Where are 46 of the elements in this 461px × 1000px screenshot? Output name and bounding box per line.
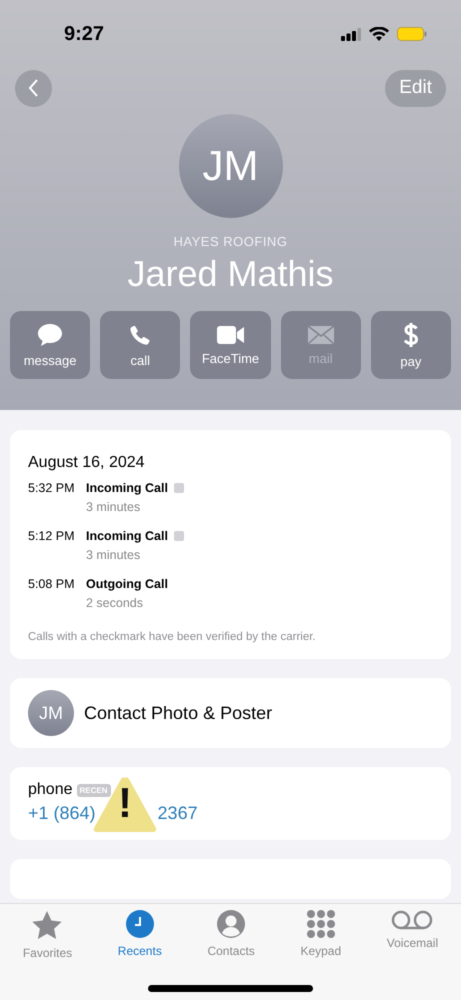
chevron-left-icon	[28, 79, 39, 97]
action-button[interactable]: pay	[370, 311, 452, 379]
dollar-icon	[402, 322, 419, 348]
signal-icon	[341, 28, 361, 40]
call-type: Incoming Call	[86, 529, 168, 543]
avatar: JM	[178, 114, 282, 218]
phone-label: phone	[28, 781, 72, 799]
call-duration: 3 minutes	[86, 548, 142, 562]
action-button[interactable]: message	[10, 311, 90, 379]
action-button[interactable]: FaceTime	[190, 311, 271, 379]
avatar: JM	[28, 690, 74, 736]
phone-number[interactable]: +1 (864)	[28, 803, 96, 824]
recent-badge: RECEN	[76, 784, 111, 796]
call-time: 5:08 PM	[28, 577, 76, 591]
star-icon	[31, 910, 64, 940]
keypad-icon	[306, 910, 335, 938]
clock-icon	[126, 910, 154, 938]
phone-number[interactable]: 2367	[158, 803, 198, 824]
status-time: 9:27	[64, 22, 104, 46]
contact-photo-label: Contact Photo & Poster	[84, 702, 272, 724]
call-duration: 3 minutes	[86, 500, 142, 514]
contact-name: Jared Mathis	[127, 253, 334, 295]
tab[interactable]: Contacts	[207, 910, 255, 966]
action-button[interactable]: call	[100, 311, 180, 379]
speech-bubble-icon	[37, 322, 64, 346]
wifi-icon	[369, 27, 389, 41]
tab[interactable]: Voicemail	[386, 910, 438, 966]
tab[interactable]: Recents	[118, 910, 162, 966]
call-type: Incoming Call	[86, 481, 168, 495]
call-time: 5:12 PM	[28, 529, 76, 543]
call-time: 5:32 PM	[28, 481, 76, 495]
contact-photo-row[interactable]: JM Contact Photo & Poster	[10, 678, 451, 748]
company-name: HAYES ROOFING	[174, 234, 288, 249]
voicemail-icon	[391, 910, 434, 930]
tab[interactable]: Favorites	[22, 910, 72, 966]
verification-note: Calls with a checkmark have been verified by the carrier.	[28, 631, 317, 643]
call-date: August 16, 2024	[28, 454, 146, 472]
person-circle-icon	[217, 910, 246, 938]
envelope-icon	[306, 324, 335, 344]
battery-icon	[397, 27, 427, 41]
video-camera-icon	[216, 324, 244, 344]
edit-button[interactable]: Edit	[385, 70, 446, 106]
back-button[interactable]	[15, 70, 52, 106]
call-type: Outgoing Call	[86, 577, 168, 591]
tab[interactable]: Keypad	[300, 910, 342, 966]
call-duration: 2 seconds	[86, 596, 144, 610]
